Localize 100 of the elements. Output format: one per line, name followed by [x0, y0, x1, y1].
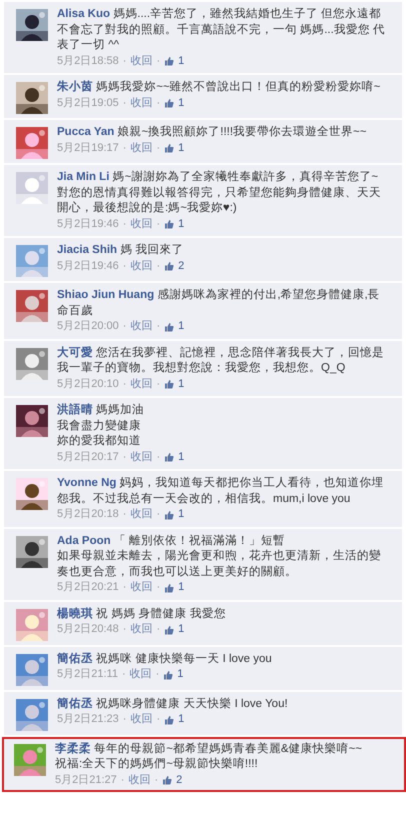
separator: ·: [122, 376, 126, 392]
comment-time: 5月2日19:46: [57, 216, 119, 232]
comment-time: 5月2日20:21: [57, 580, 119, 595]
comment-text: 楊曉琪 祝 媽媽 身體健康 我愛您: [57, 606, 227, 622]
separator: ·: [122, 96, 126, 110]
retract-link[interactable]: 收回: [130, 712, 152, 728]
comment-time: 5月2日18:58: [57, 54, 119, 68]
separator: ·: [122, 667, 126, 682]
separator: ·: [156, 376, 160, 392]
comment-time: 5月2日21:11: [57, 667, 118, 682]
comment-text: Jiacia Shih 媽 我回來了: [57, 243, 184, 258]
comment-time: 5月2日20:17: [57, 450, 119, 464]
thumbs-up-icon: [163, 670, 174, 680]
separator: ·: [122, 580, 126, 595]
like-count: 2: [178, 258, 184, 274]
separator: ·: [156, 140, 160, 156]
retract-link[interactable]: 收回: [130, 667, 152, 682]
comment-text: 洪語晴 媽媽加油: [57, 403, 146, 418]
separator: ·: [122, 54, 126, 68]
comment-time: 5月2日20:10: [57, 376, 119, 392]
like-count: 1: [177, 667, 184, 682]
thumbs-up-icon: [164, 219, 174, 230]
separator: ·: [122, 216, 126, 232]
separator: ·: [156, 622, 160, 637]
retract-link[interactable]: 收回: [130, 376, 152, 392]
retract-link[interactable]: 收回: [130, 507, 152, 522]
like-count: 1: [178, 376, 184, 392]
separator: ·: [156, 96, 160, 110]
like-count: 1: [178, 450, 184, 464]
thumbs-up-icon: [164, 379, 174, 390]
separator: ·: [156, 54, 160, 68]
thumbs-up-icon: [164, 624, 174, 635]
retract-link[interactable]: 收回: [130, 140, 152, 156]
comment-time: 5月2日19:17: [57, 140, 119, 156]
separator: ·: [156, 580, 160, 595]
separator: ·: [122, 712, 126, 727]
like-count: 2: [176, 772, 182, 788]
retract-link[interactable]: 收回: [130, 258, 152, 274]
thumbs-up-icon: [164, 452, 174, 462]
like-count: 1: [178, 96, 184, 110]
separator: ·: [156, 667, 160, 682]
thumbs-up-icon: [164, 510, 174, 520]
thumbs-up-icon: [164, 56, 174, 66]
retract-link[interactable]: 收回: [130, 450, 152, 465]
retract-link[interactable]: 收回: [130, 622, 152, 638]
comment-time: 5月2日20:18: [57, 507, 119, 522]
separator: ·: [156, 507, 160, 522]
separator: ·: [122, 622, 126, 637]
comment-text: Shiao Jiun Huang 感謝媽咪為家裡的付出,希望您身體健康,長命百歲: [57, 288, 381, 318]
comment-text: 我會盡力變健康: [57, 418, 142, 434]
comment-text: Pucca Yan 娘親~換我照顧妳了!!!!我要帶你去環遊全世界~~: [57, 125, 368, 140]
retract-link[interactable]: 收回: [130, 96, 152, 111]
separator: ·: [122, 507, 126, 522]
separator: ·: [122, 450, 126, 464]
retract-link[interactable]: 收回: [130, 54, 152, 69]
comment-text: Jia Min Li 媽~謝謝妳為了全家犧牲奉獻許多，真得辛苦您了~對您的恩情真得難以報答得完，只希望您能夠身體健康、天天開心，最後想說的是:媽~我愛妳♥:): [57, 170, 382, 216]
comment-text: 祝福:全天下的媽媽們~母親節快樂唷!!!!: [55, 757, 259, 772]
separator: ·: [156, 319, 160, 334]
separator: ·: [122, 258, 126, 274]
separator: ·: [156, 216, 160, 232]
separator: ·: [122, 140, 126, 156]
comment-time: 5月2日20:48: [57, 622, 119, 637]
comment-text: 簡佑丞 祝媽咪 健康快樂每一天 I love you: [57, 652, 273, 666]
retract-link[interactable]: 收回: [128, 772, 150, 788]
like-count: 1: [178, 507, 184, 522]
like-count: 1: [178, 622, 184, 637]
thumbs-up-icon: [164, 714, 174, 725]
comment-time: 5月2日19:05: [57, 96, 119, 110]
separator: ·: [120, 772, 124, 788]
thumbs-up-icon: [164, 261, 174, 272]
comment-text: 如果母親並未離去，陽光會更和煦，花卉也更清新，生活的變奏也更合意，而我也可以送上更美好的關顧。: [57, 549, 382, 580]
separator: ·: [122, 319, 126, 334]
like-count: 1: [178, 580, 184, 595]
comment-text: 大可愛 您活在我夢裡、記憶裡，思念陪伴著我長大了，回憶是我一輩子的寶物。我想對您說：我愛您，我想您。Q_Q: [57, 346, 386, 376]
like-count: 1: [178, 216, 184, 232]
like-count: 1: [178, 54, 184, 68]
comment-time: 5月2日21:27: [55, 772, 117, 788]
comment-time: 5月2日20:00: [57, 319, 119, 334]
retract-link[interactable]: 收回: [130, 580, 152, 596]
thumbs-up-icon: [164, 322, 174, 332]
separator: ·: [156, 712, 160, 727]
comment-time: 5月2日21:23: [57, 712, 119, 727]
thumbs-up-icon: [164, 143, 174, 154]
separator: ·: [156, 450, 160, 464]
comment-time: 5月2日19:46: [57, 258, 119, 274]
like-count: 1: [178, 319, 184, 334]
retract-link[interactable]: 收回: [130, 216, 152, 232]
comment-text: 妳的愛我都知道: [57, 434, 142, 449]
separator: ·: [156, 258, 160, 274]
comment-text: 李柔柔 每年的母親節~都希望媽媽青春美麗&健康快樂唷~~: [55, 742, 364, 756]
comment-text: Yvonne Ng 妈妈，我知道每天都把你当工人看待，也知道你埋怨我。不过我总有一天会改的，相信我。mum,i love you: [57, 476, 385, 506]
separator: ·: [154, 772, 158, 788]
like-count: 1: [178, 712, 184, 727]
thumbs-up-icon: [164, 98, 174, 108]
comment-text: Ada Poon 「 離別依依！祝福滿滿！」短暫: [57, 534, 286, 548]
thumbs-up-icon: [164, 582, 174, 593]
retract-link[interactable]: 收回: [130, 319, 152, 334]
comment-text: 朱小茵 媽媽我愛妳~~雖然不曾說出口！但真的粉愛粉愛妳唷~: [57, 80, 382, 95]
comment-text: Alisa Kuo 媽媽....辛苦您了，雖然我結婚也生子了 但您永遠都不會忘了對我的照顧。千言萬語說不完，一句 媽媽...我愛您 代表了一切 ^^: [57, 7, 386, 53]
like-count: 1: [178, 140, 184, 156]
